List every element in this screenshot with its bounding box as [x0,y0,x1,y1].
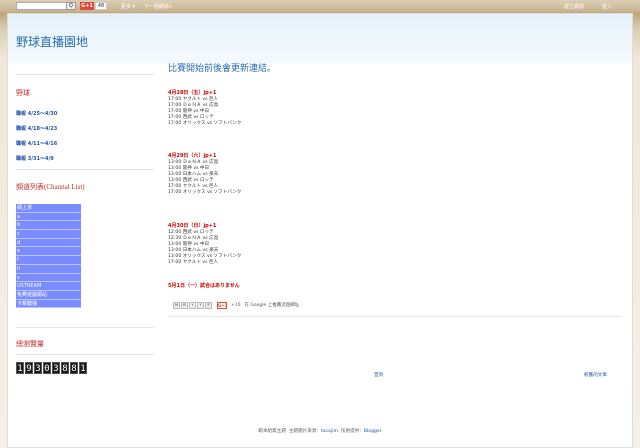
footer-author-link[interactable]: tacojim [321,429,338,434]
day-tag: jp+1 [203,223,217,229]
post-divider [168,316,620,317]
channel-item[interactable]: USTREAM [16,282,81,291]
sidebar-baseball-title: 野球 [16,89,30,97]
day-date: 4月29日（六） [168,153,204,159]
channel-item[interactable]: a [16,212,81,222]
schedule-day: 4月29日（六）jp+1 13:00 ＤｅＮＡ vs 広島 13:00 阪神 v… [168,153,368,196]
counter-digit: 3 [34,362,42,374]
sidebar-link[interactable]: 職報 4/18〜4/23 [16,125,57,132]
counter-digit: 1 [79,362,87,374]
older-posts-link[interactable]: 較舊的文章 [584,372,607,378]
counter-digit: 8 [61,362,69,374]
pageview-counter: 1 9 3 0 3 8 8 1 [16,362,87,374]
navbar-gplus-button[interactable]: G+1 [80,2,94,10]
day-date: 4月30日（日） [168,223,204,229]
sidebar-link[interactable]: 職報 3/31〜4/9 [16,155,54,162]
no-game-note: 5月1日（一）試合はありません [168,283,240,289]
header-band [8,14,632,64]
channel-item[interactable]: h [16,264,81,274]
day-date: 4月28日（五） [168,90,204,96]
navbar-search-button[interactable]: Q [66,2,76,10]
sidebar-link[interactable]: 職報 4/11〜4/16 [16,140,57,147]
blog-title[interactable]: 野球直播園地 [16,33,88,50]
navbar-create-blog-link[interactable]: 建立網誌 [564,3,584,10]
channel-item[interactable]: d [16,238,81,248]
channel-item[interactable]: c [16,230,81,239]
sidebar-pageviews-title: 總瀏覽量 [16,340,44,348]
counter-digit: 1 [16,362,24,374]
share-bar: M B t f P G+1 +16 在 Google 上推薦這個網址 [173,301,299,309]
navbar-login-link[interactable]: 登入 [602,3,612,10]
channel-item[interactable]: 網上求 [16,204,81,213]
sidebar-divider [16,169,154,170]
game-line: 17:00 オリックス vs ソフトバンク [168,121,242,126]
channel-item[interactable]: 免費遊戲網站 [16,290,81,300]
blogger-navbar: Q G+1 48 更多 ▾ 下一個網誌» 建立網誌 登入 [0,0,640,12]
footer-blogger-link[interactable]: Blogger [364,429,382,434]
channel-item[interactable]: v [16,273,81,283]
schedule-day: 4月30日（日）jp+1 12:00 西武 vs ロッテ 12:30 ＤｅＮＡ … [168,223,368,266]
day-heading: 4月30日（日）jp+1 [168,223,368,230]
counter-digit: 9 [25,362,33,374]
schedule-day: 4月28日（五）jp+1 17:00 ヤクルト vs 巨人 17:00 ＤｅＮＡ… [168,90,368,127]
navbar-more-link[interactable]: 更多 ▾ [121,3,135,10]
home-link[interactable]: 首頁 [374,372,383,378]
footer-text: 範本組無主題. 主題圖片來源： [258,429,321,434]
channel-list: 網上求 a b c d e f h v USTREAM 免費遊戲網站 卡擊聽播 [16,204,81,309]
sidebar-divider [16,74,154,75]
game-line: 17:00 ヤクルト vs 巨人 [168,260,219,265]
channel-item[interactable]: f [16,256,81,265]
counter-digit: 8 [70,362,78,374]
channel-item[interactable]: e [16,247,81,257]
blogthis-share-icon[interactable]: B [181,301,188,309]
day-heading: 4月28日（五）jp+1 [168,90,368,97]
footer-text: . 技術提供： [337,429,364,434]
blog-page: 野球直播園地 野球 職報 4/25〜4/30 職報 4/18〜4/23 職報 4… [7,13,633,448]
channel-item[interactable]: b [16,221,81,231]
game-line: 17:00 オリックス vs ソフトバンク [168,190,242,195]
post-gplus-button[interactable]: G+1 [217,301,227,309]
facebook-share-icon[interactable]: f [197,301,204,309]
navbar-gplus-count: 48 [95,2,107,10]
day-tag: jp+1 [203,90,217,96]
sidebar-link[interactable]: 職報 4/25〜4/30 [16,110,57,117]
sidebar-channel-title: 頻道列表(Channal List) [16,183,85,191]
pinterest-share-icon[interactable]: P [205,301,212,309]
counter-digit: 3 [52,362,60,374]
post-title[interactable]: 比賽開始前後會更新連結。 [168,61,276,74]
sidebar-divider [16,354,154,355]
counter-digit: 0 [43,362,51,374]
footer: 範本組無主題. 主題圖片來源：tacojim. 技術提供：Blogger [8,428,632,434]
navbar-next-blog-link[interactable]: 下一個網誌» [144,3,172,10]
day-tag: jp+1 [203,153,217,159]
channel-item[interactable]: 卡擊聽播 [16,299,81,309]
sidebar-divider [16,327,154,328]
post-gplus-text: 在 Google 上推薦這個網址 [244,303,300,308]
email-share-icon[interactable]: M [173,301,180,309]
twitter-share-icon[interactable]: t [189,301,196,309]
day-heading: 4月29日（六）jp+1 [168,153,368,160]
post-gplus-count: +16 [231,302,241,308]
